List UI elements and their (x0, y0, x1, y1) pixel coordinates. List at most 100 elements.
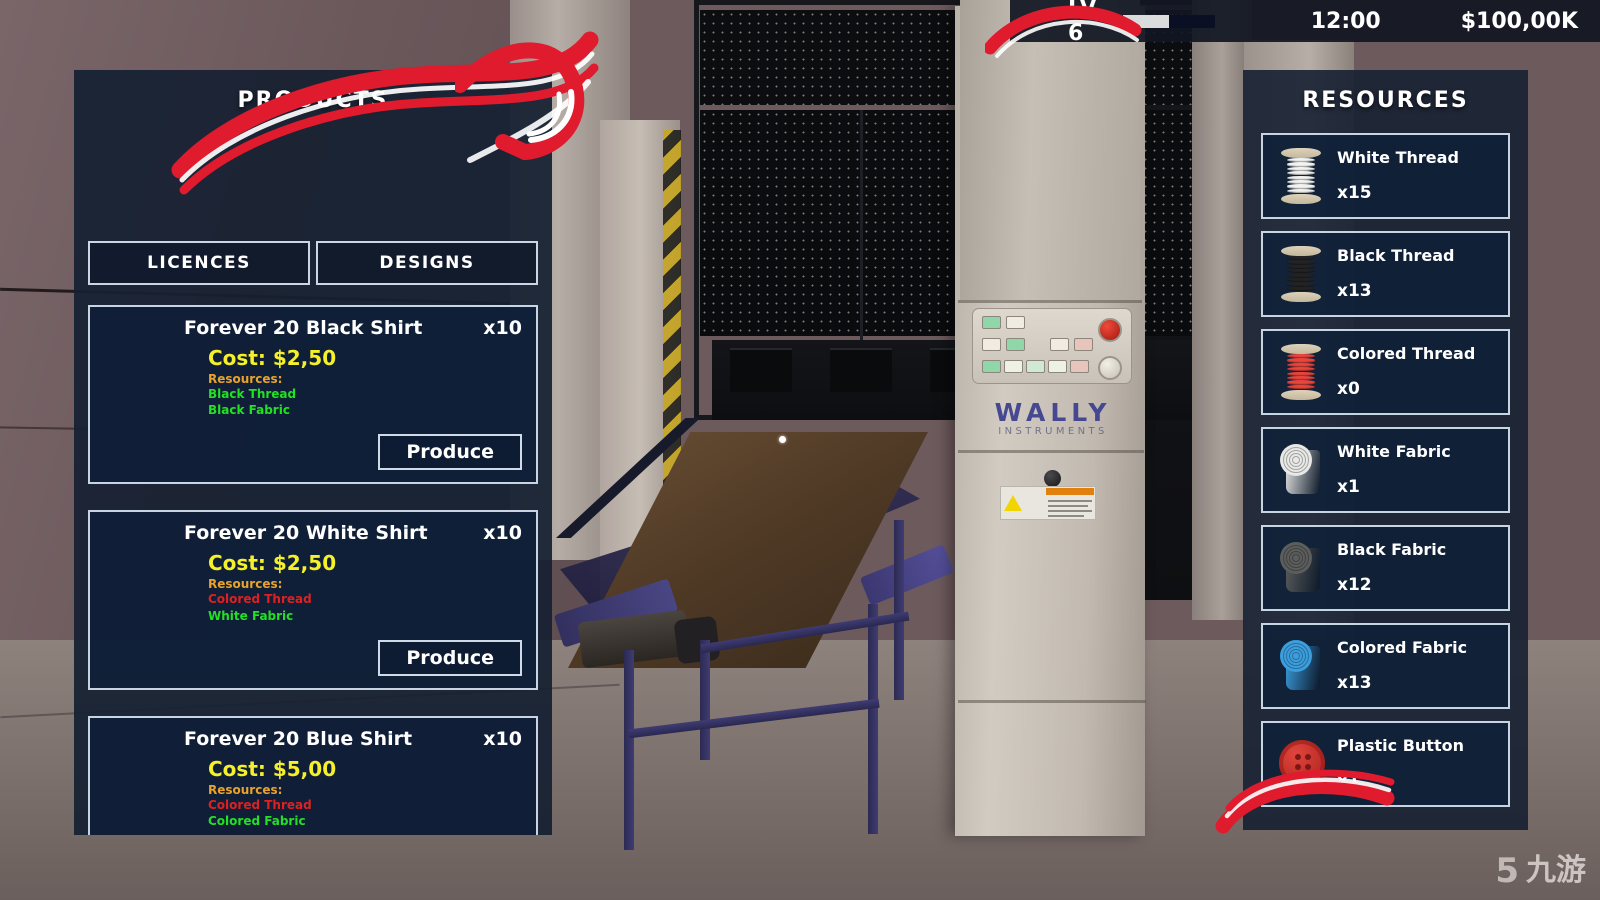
conveyor-leg (868, 604, 878, 834)
product-quantity: x10 (483, 522, 522, 545)
product-card[interactable]: Forever 20 White Shirt x10 Cost: $2,50 Reso… (88, 510, 538, 690)
control-button[interactable] (982, 316, 1001, 329)
product-card-list: Forever 20 Black Shirt x10 Cost: $2,50 Reso… (88, 305, 538, 835)
control-button[interactable] (1006, 316, 1025, 329)
watermark-text: 九游 (1526, 853, 1586, 888)
product-resources-label: Resources: (208, 577, 283, 592)
products-tabs: LICENCES DESIGNS (88, 241, 538, 285)
fabric-roll-icon (1280, 542, 1324, 594)
machine-brand-label: WALLY (994, 398, 1112, 427)
product-card-header: Forever 20 Blue Shirt x10 (104, 728, 522, 750)
resource-card[interactable]: White Fabric x1 (1261, 427, 1510, 513)
resource-card[interactable]: Black Fabric x12 (1261, 525, 1510, 611)
sticker-text-line (1048, 500, 1092, 502)
resource-text: Plastic Button x1 (1337, 737, 1464, 791)
resource-text: Black Fabric x12 (1337, 541, 1446, 595)
warning-sticker-bar (1046, 488, 1094, 495)
product-resource-requirement: White Fabric (208, 608, 294, 623)
produce-button[interactable]: Produce (378, 639, 522, 676)
product-resource-requirement: Colored Thread (208, 592, 312, 607)
product-resource-requirement: Black Fabric (208, 403, 290, 418)
resource-icon-slot (1271, 340, 1331, 404)
resource-card[interactable]: Black Thread x13 (1261, 231, 1510, 317)
resource-text: Black Thread x13 (1337, 247, 1454, 301)
product-name: Forever 20 Black Shirt (184, 317, 423, 339)
resource-icon-slot (1271, 144, 1331, 208)
watermark-logo-icon: 5 (1495, 851, 1519, 891)
xp-progress-fill (1122, 14, 1169, 28)
resource-card[interactable]: Plastic Button x1 (1261, 721, 1510, 807)
product-card[interactable]: Forever 20 Black Shirt x10 Cost: $2,50 Reso… (88, 305, 538, 485)
resource-count: x15 (1337, 182, 1372, 203)
product-resources-label: Resources: (208, 782, 283, 797)
resource-count: x13 (1337, 672, 1372, 693)
produce-button[interactable]: Produce (378, 434, 522, 471)
resource-icon-slot (1271, 536, 1331, 600)
conveyor-leg (894, 520, 904, 700)
conveyor-roller-right (859, 544, 955, 606)
control-button[interactable] (1006, 338, 1025, 351)
control-button[interactable] (982, 338, 1001, 351)
machine-sub-label: INSTRUMENTS (998, 426, 1108, 437)
thread-spool-icon (1281, 148, 1321, 204)
sticker-text-line (1048, 510, 1092, 512)
top-hud-bar: LV 6 12:00 $100,00K (1010, 0, 1600, 46)
produce-button-row: Produce (104, 639, 522, 676)
game-screen: WALLY INSTRUMENTS LV 6 12:00 $100,00K PR… (0, 0, 1600, 900)
resource-icon-slot (1271, 242, 1331, 306)
resource-count: x1 (1337, 476, 1360, 497)
warning-triangle-icon (1004, 495, 1022, 511)
resources-panel-title: RESOURCES (1302, 88, 1469, 113)
bay-slot (830, 348, 892, 392)
wally-seam (958, 700, 1146, 703)
product-resource-requirement: Black Thread (208, 387, 297, 401)
sticker-text-line (1048, 505, 1088, 507)
resource-name: Colored Thread (1337, 344, 1476, 364)
control-button[interactable] (1074, 338, 1093, 351)
control-button[interactable] (1050, 338, 1069, 351)
product-quantity: x10 (483, 727, 522, 750)
resource-count: x0 (1337, 378, 1360, 399)
conveyor-leg (624, 650, 634, 850)
wally-machine-upper (960, 0, 1140, 300)
resource-text: Colored Thread x0 (1337, 345, 1475, 399)
control-button[interactable] (1026, 360, 1045, 373)
control-button[interactable] (1004, 360, 1023, 373)
resource-card[interactable]: Colored Thread x0 (1261, 329, 1510, 415)
resource-card-list: White Thread x15 Black Thread x13 Colored Th… (1261, 133, 1510, 807)
product-name: Forever 20 White Shirt (184, 522, 428, 545)
emergency-stop-button[interactable] (1098, 318, 1122, 342)
products-panel-title: PRODUCTS (237, 88, 389, 113)
resource-icon-slot (1271, 732, 1331, 796)
product-card-header: Forever 20 White Shirt x10 (104, 522, 522, 544)
sticker-text-line (1048, 515, 1084, 517)
control-button[interactable] (1048, 360, 1067, 373)
resource-name: Plastic Button (1337, 736, 1464, 756)
thread-spool-icon (1281, 246, 1321, 302)
resources-panel: RESOURCES White Thread x15 Black Thread x13… (1243, 70, 1528, 830)
tab-licences[interactable]: LICENCES (88, 241, 310, 285)
reset-button[interactable] (1098, 356, 1122, 380)
resource-name: Black Fabric (1337, 540, 1447, 560)
resource-count: x13 (1337, 280, 1372, 301)
resource-card[interactable]: White Thread x15 (1261, 133, 1510, 219)
resource-icon-slot (1271, 438, 1331, 502)
product-cost: Cost: $5,00 (208, 756, 337, 781)
resource-count: x1 (1337, 770, 1360, 791)
thread-spool-icon (1281, 344, 1321, 400)
crosshair-cursor (779, 436, 786, 443)
plastic-button-icon (1271, 732, 1331, 792)
xp-progress-bar (1122, 14, 1215, 28)
resource-count: x12 (1337, 574, 1372, 595)
game-clock: 12:00 (1310, 8, 1381, 34)
bay-slot (730, 348, 792, 392)
products-panel: PRODUCTS LICENCES DESIGNS Forever 20 Bla… (74, 70, 552, 835)
level-indicator: LV 6 (1068, 0, 1098, 46)
resource-card[interactable]: Colored Fabric x13 (1261, 623, 1510, 709)
resource-name: White Fabric (1337, 442, 1451, 462)
control-button[interactable] (1070, 360, 1089, 373)
control-button[interactable] (982, 360, 1001, 373)
tab-designs[interactable]: DESIGNS (316, 241, 538, 285)
resource-text: White Thread x15 (1337, 149, 1459, 203)
product-card[interactable]: Forever 20 Blue Shirt x10 Cost: $5,00 Resou… (88, 715, 538, 835)
